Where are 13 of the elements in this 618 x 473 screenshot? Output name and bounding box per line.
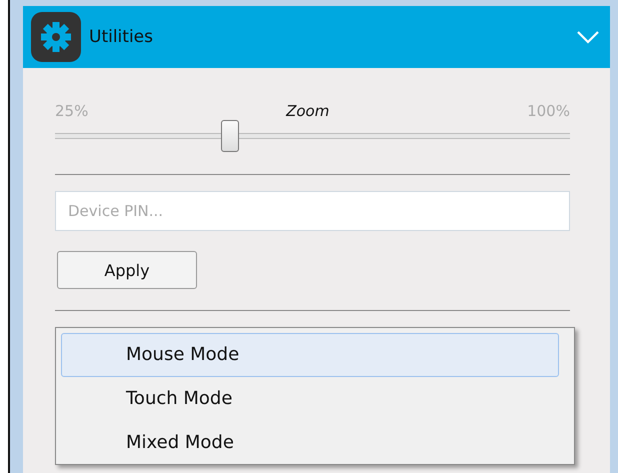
- max-label: 100%: [527, 102, 570, 120]
- panel-header[interactable]: Utilities: [23, 6, 610, 68]
- slider-thumb[interactable]: [221, 120, 240, 152]
- pin-field[interactable]: Device PIN...: [55, 191, 570, 231]
- apply-button[interactable]: Apply: [57, 251, 197, 289]
- chevron-icon[interactable]: [576, 30, 600, 44]
- panel-title: Utilities: [89, 27, 154, 47]
- menu-item[interactable]: Touch Mode: [61, 377, 559, 421]
- menu-item[interactable]: Mixed Mode: [61, 421, 559, 465]
- zoom-label: Zoom: [286, 102, 330, 120]
- gear-icon: [31, 12, 81, 62]
- min-label: 25%: [55, 102, 88, 120]
- menu-item[interactable]: Mouse Mode: [61, 333, 559, 377]
